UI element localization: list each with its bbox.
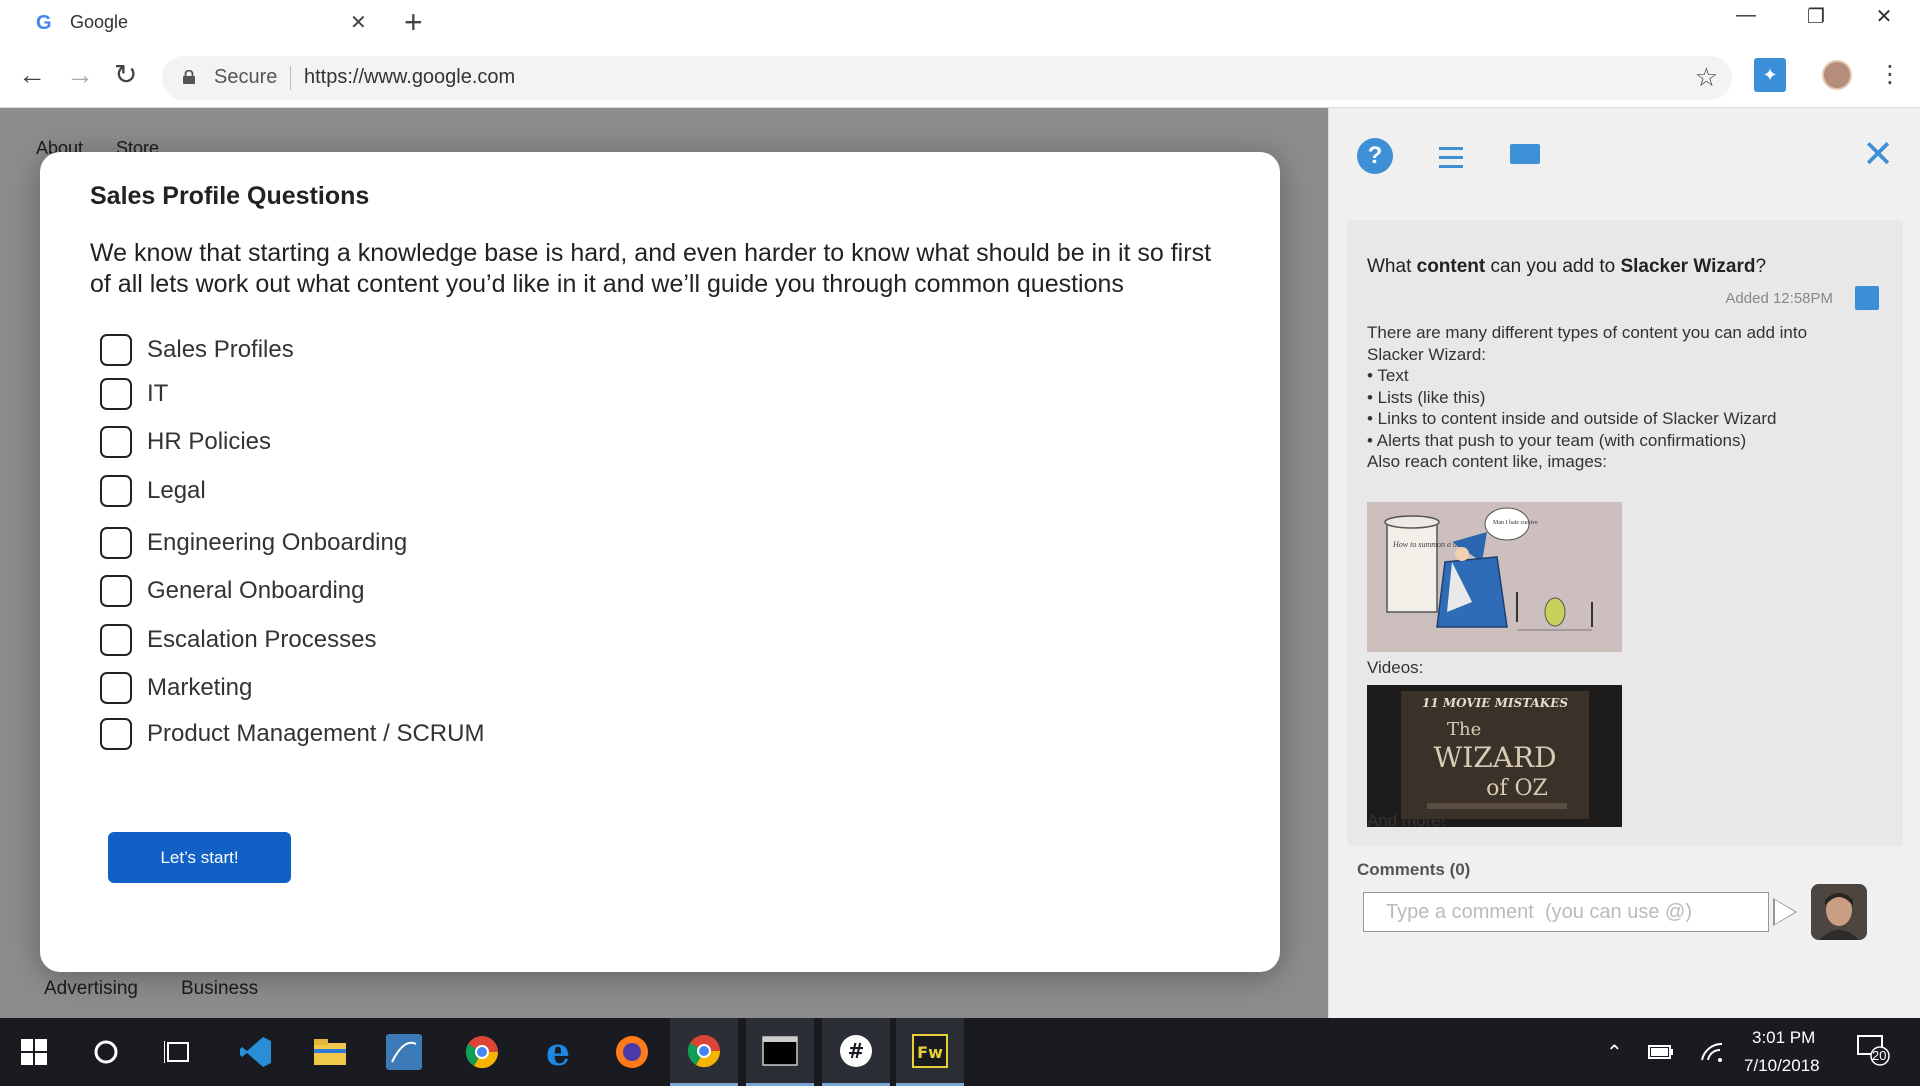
tab-title: Google xyxy=(70,12,129,32)
option-it[interactable]: IT xyxy=(100,376,168,412)
svg-text:11 MOVIE MISTAKES: 11 MOVIE MISTAKES xyxy=(1422,696,1568,710)
option-label: Marketing xyxy=(147,674,253,701)
user-avatar xyxy=(1811,884,1867,940)
forward-arrow-icon[interactable]: → xyxy=(66,60,94,90)
sales-profile-modal: Sales Profile Questions We know that sta… xyxy=(40,152,1280,972)
checkbox[interactable] xyxy=(100,575,132,607)
videos-label: Videos: xyxy=(1367,658,1424,677)
cortana-icon[interactable] xyxy=(72,1018,140,1086)
comment-input[interactable] xyxy=(1363,892,1769,932)
option-label: IT xyxy=(147,380,169,407)
option-label: General Onboarding xyxy=(147,577,365,604)
task-view-icon[interactable] xyxy=(144,1018,212,1086)
taskbar-date[interactable]: 7/10/2018 xyxy=(1744,1056,1820,1076)
wifi-icon[interactable] xyxy=(1700,1018,1724,1086)
lock-icon xyxy=(183,70,195,84)
checkbox[interactable] xyxy=(100,527,132,559)
svg-text:Fw: Fw xyxy=(917,1043,943,1062)
show-hidden-icons-icon[interactable]: ⌃ xyxy=(1606,1018,1623,1086)
checkbox[interactable] xyxy=(100,718,132,750)
chrome-icon[interactable] xyxy=(670,1018,738,1086)
secure-label: Secure xyxy=(214,66,278,88)
bookmark-star-icon[interactable]: ☆ xyxy=(1695,62,1718,93)
card-body-text: There are many different types of conten… xyxy=(1367,323,1808,471)
file-explorer-icon[interactable] xyxy=(296,1018,364,1086)
windows-start-icon[interactable] xyxy=(0,1018,68,1086)
browser-menu-icon[interactable]: ⋮ xyxy=(1878,60,1902,89)
svg-text:WIZARD: WIZARD xyxy=(1433,741,1556,774)
modal-title: Sales Profile Questions xyxy=(90,182,370,210)
send-icon[interactable] xyxy=(1773,898,1797,926)
minimize-icon[interactable]: — xyxy=(1724,4,1768,34)
new-tab-icon[interactable]: + xyxy=(404,4,423,40)
checkbox[interactable] xyxy=(100,334,132,366)
url-text[interactable]: https://www.google.com xyxy=(304,66,515,89)
terminal-icon[interactable] xyxy=(746,1018,814,1086)
option-legal[interactable]: Legal xyxy=(100,473,206,509)
back-arrow-icon[interactable]: ← xyxy=(18,60,46,90)
author-avatar xyxy=(1855,286,1879,310)
tab-close-icon[interactable]: ✕ xyxy=(350,10,367,35)
notification-count: 20 xyxy=(1872,1048,1887,1063)
checkbox[interactable] xyxy=(100,426,132,458)
svg-text:Man I hate cursive: Man I hate cursive xyxy=(1493,520,1538,526)
battery-icon[interactable] xyxy=(1648,1018,1674,1086)
and-more-label: And more! xyxy=(1367,811,1446,830)
close-window-icon[interactable]: ✕ xyxy=(1862,4,1906,34)
option-engineering-onboarding[interactable]: Engineering Onboarding xyxy=(100,525,407,561)
checkbox[interactable] xyxy=(100,672,132,704)
modal-intro-text: We know that starting a knowledge base i… xyxy=(90,239,1212,298)
database-tool-icon[interactable] xyxy=(370,1018,438,1086)
firefox-icon[interactable] xyxy=(598,1018,666,1086)
address-separator xyxy=(290,66,291,90)
list-icon[interactable] xyxy=(1433,138,1469,174)
checkbox[interactable] xyxy=(100,624,132,656)
checkbox[interactable] xyxy=(100,378,132,410)
browser-tab-bar: G Google ✕ + — ❐ ✕ xyxy=(0,0,1920,46)
card-timestamp: Added 12:58PM xyxy=(1725,290,1833,307)
slack-icon[interactable]: # xyxy=(822,1018,890,1086)
option-label: Sales Profiles xyxy=(147,336,294,363)
close-panel-icon[interactable]: ✕ xyxy=(1862,136,1894,174)
lets-start-button[interactable]: Let’s start! xyxy=(108,832,291,883)
option-hr-policies[interactable]: HR Policies xyxy=(100,424,271,460)
comments-label: Comments (0) xyxy=(1357,860,1471,879)
fireworks-icon[interactable]: Fw xyxy=(896,1018,964,1086)
address-bar[interactable]: Secure https://www.google.com ☆ xyxy=(162,56,1732,100)
option-label: Legal xyxy=(147,477,206,504)
windows-taskbar: e # Fw ⌃ 3:01 PM 7/10/2018 20 xyxy=(0,1018,1920,1086)
option-escalation-processes[interactable]: Escalation Processes xyxy=(100,622,376,658)
chat-icon[interactable] xyxy=(1507,138,1543,174)
slacker-wizard-panel: ? ✕ What content can you add to Slacker … xyxy=(1328,108,1920,1018)
restore-window-icon[interactable]: ❐ xyxy=(1794,4,1838,34)
browser-toolbar: ← → ↻ Secure https://www.google.com ☆ ✦ … xyxy=(0,48,1920,108)
checkbox[interactable] xyxy=(100,475,132,507)
wizard-of-oz-video-thumbnail[interactable]: 11 MOVIE MISTAKES The WIZARD of OZ xyxy=(1367,685,1622,827)
content-card: What content can you add to Slacker Wiza… xyxy=(1347,220,1903,846)
svg-text:#: # xyxy=(848,1039,865,1063)
help-icon[interactable]: ? xyxy=(1357,138,1393,174)
option-label: HR Policies xyxy=(147,428,272,455)
wizard-comic-image: How to summon a demon Man I hate cursive xyxy=(1367,502,1622,652)
slacker-wizard-extension-icon[interactable]: ✦ xyxy=(1754,58,1786,92)
notifications-icon[interactable]: 20 xyxy=(1856,1032,1892,1068)
option-sales-profiles[interactable]: Sales Profiles xyxy=(100,332,294,368)
option-general-onboarding[interactable]: General Onboarding xyxy=(100,573,364,609)
option-label: Escalation Processes xyxy=(147,626,377,653)
google-favicon-icon: G xyxy=(36,12,52,34)
option-product-management[interactable]: Product Management / SCRUM xyxy=(100,716,484,752)
option-marketing[interactable]: Marketing xyxy=(100,670,252,706)
vscode-icon[interactable] xyxy=(222,1018,290,1086)
option-label: Engineering Onboarding xyxy=(147,529,408,556)
chrome-dev-icon[interactable] xyxy=(448,1018,516,1086)
card-question: What content can you add to Slacker Wiza… xyxy=(1367,256,1767,277)
browser-tab-google[interactable]: G Google ✕ xyxy=(0,0,380,46)
svg-text:of OZ: of OZ xyxy=(1486,776,1548,801)
option-label: Product Management / SCRUM xyxy=(147,720,485,747)
profile-avatar[interactable] xyxy=(1822,60,1852,90)
edge-icon[interactable]: e xyxy=(524,1018,592,1086)
reload-icon[interactable]: ↻ xyxy=(114,60,137,90)
svg-text:The: The xyxy=(1447,719,1481,740)
taskbar-time[interactable]: 3:01 PM xyxy=(1752,1028,1815,1048)
